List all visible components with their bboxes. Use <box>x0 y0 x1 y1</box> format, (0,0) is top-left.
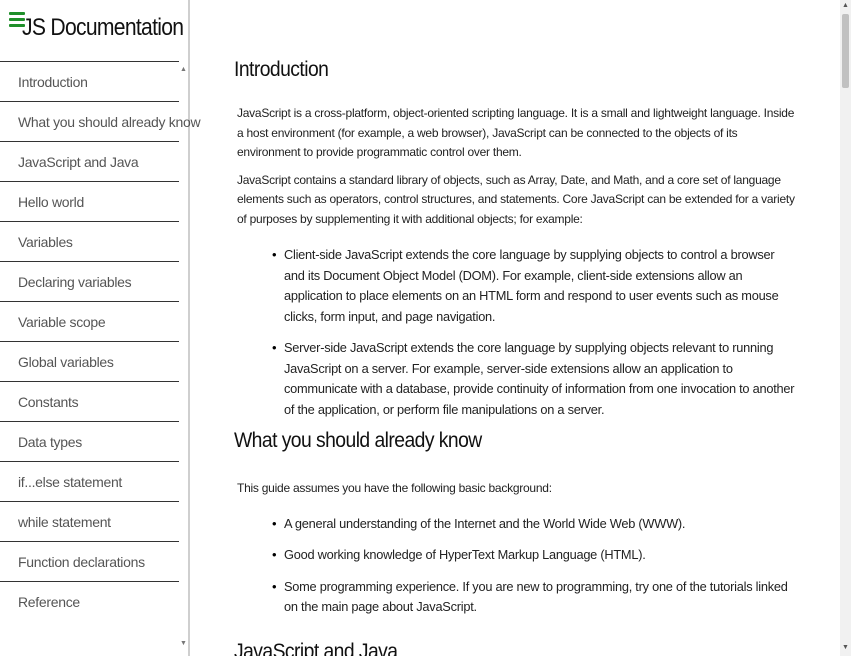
list-item: Client-side JavaScript extends the core … <box>272 245 796 327</box>
section-what-you-should-already-know: What you should already know This guide … <box>234 429 796 629</box>
scroll-up-arrow-icon[interactable]: ▲ <box>842 2 849 9</box>
bullet-list: Client-side JavaScript extends the core … <box>234 245 796 420</box>
nav-list: Introduction What you should already kno… <box>0 61 201 621</box>
nav-item-declaring-variables[interactable]: Declaring variables <box>0 261 179 301</box>
scroll-down-arrow-icon[interactable]: ▼ <box>842 644 849 651</box>
nav-item-variables[interactable]: Variables <box>0 221 179 261</box>
nav-item-if-else-statement[interactable]: if...else statement <box>0 461 179 501</box>
nav-item-while-statement[interactable]: while statement <box>0 501 179 541</box>
nav-item-variable-scope[interactable]: Variable scope <box>0 301 179 341</box>
nav-item-hello-world[interactable]: Hello world <box>0 181 179 221</box>
main-content: Introduction JavaScript is a cross-platf… <box>192 0 840 656</box>
section-title: Introduction <box>234 58 329 81</box>
paragraph: JavaScript is a cross-platform, object-o… <box>237 106 795 159</box>
nav-item-function-declarations[interactable]: Function declarations <box>0 541 179 581</box>
nav-scroll-down-arrow-icon[interactable]: ▼ <box>180 640 187 647</box>
nav-item-reference[interactable]: Reference <box>0 581 179 621</box>
paragraph: This guide assumes you have the followin… <box>237 481 552 495</box>
nav-item-what-you-should-already-know[interactable]: What you should already know <box>0 101 201 141</box>
sidebar: JS Documentation ▲ Introduction What you… <box>0 0 201 656</box>
list-item: Some programming experience. If you are … <box>272 577 796 618</box>
section-title: What you should already know <box>234 429 482 452</box>
page-scrollbar[interactable]: ▲ ▼ <box>840 0 851 656</box>
nav-item-constants[interactable]: Constants <box>0 381 179 421</box>
list-item: Server-side JavaScript extends the core … <box>272 338 796 420</box>
nav-item-javascript-and-java[interactable]: JavaScript and Java <box>0 141 179 181</box>
list-item: Good working knowledge of HyperText Mark… <box>272 545 796 566</box>
section-javascript-and-java: JavaScript and Java <box>234 640 796 656</box>
nav-item-introduction[interactable]: Introduction <box>0 61 179 101</box>
nav-scroll-up-arrow-icon[interactable]: ▲ <box>180 66 187 73</box>
scrollbar-thumb[interactable] <box>842 14 849 88</box>
section-introduction: Introduction JavaScript is a cross-platf… <box>234 58 796 431</box>
paragraph: JavaScript contains a standard library o… <box>237 172 795 226</box>
bullet-list: A general understanding of the Internet … <box>234 514 796 618</box>
nav-item-global-variables[interactable]: Global variables <box>0 341 179 381</box>
site-title: JS Documentation <box>22 14 184 41</box>
list-item: A general understanding of the Internet … <box>272 514 796 535</box>
section-title: JavaScript and Java <box>234 640 398 656</box>
nav-item-data-types[interactable]: Data types <box>0 421 179 461</box>
